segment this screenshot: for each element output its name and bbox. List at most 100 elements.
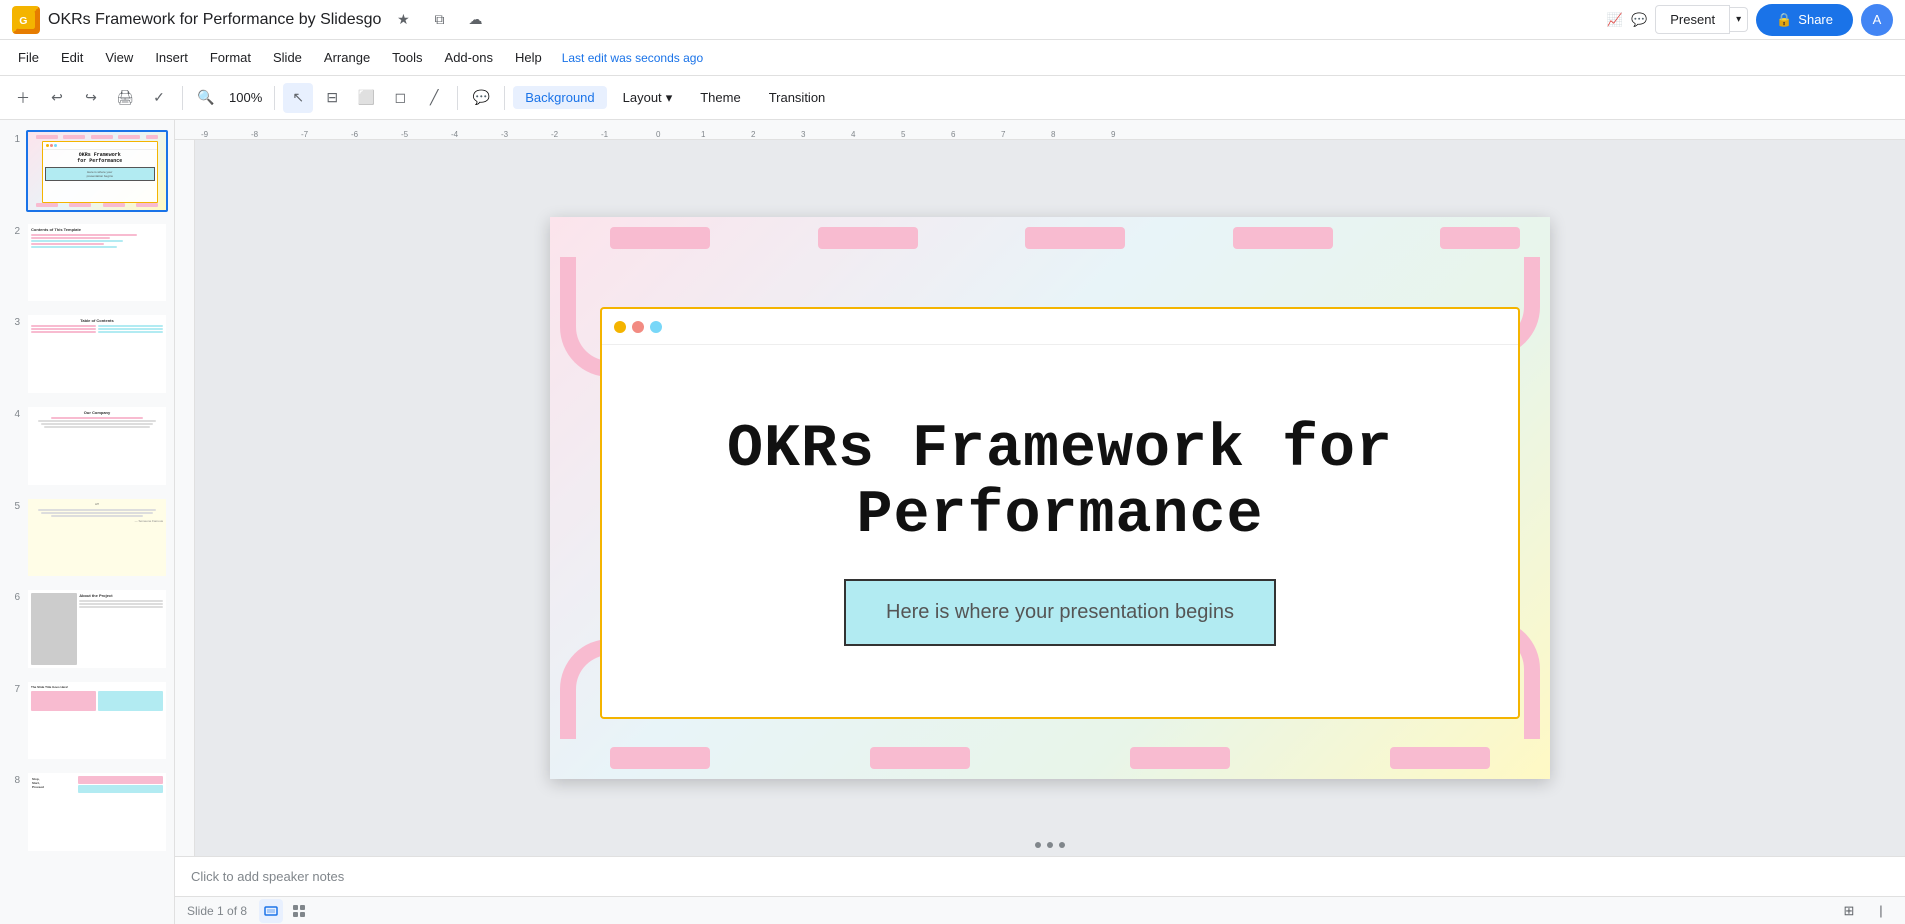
app-logo: G	[12, 6, 40, 34]
slide-thumb-1[interactable]: 1	[4, 128, 170, 214]
transition-button[interactable]: Transition	[757, 86, 838, 109]
shapes-button[interactable]: ◻	[385, 83, 415, 113]
deco-bar-bottom-1	[610, 747, 710, 769]
slide-num-1: 1	[6, 134, 20, 145]
top-decorative-bars	[610, 227, 1520, 249]
browser-dot-red	[632, 321, 644, 333]
menu-view[interactable]: View	[95, 46, 143, 69]
text-box-button[interactable]: ⊟	[317, 83, 347, 113]
slide-num-5: 5	[6, 501, 20, 512]
slide-preview-7[interactable]: The Slide Title Goes Here!	[26, 680, 168, 762]
browser-dot-yellow	[614, 321, 626, 333]
slide-thumb-4[interactable]: 4 Our Company	[4, 403, 170, 489]
lock-icon: 🔒	[1776, 12, 1792, 28]
menu-format[interactable]: Format	[200, 46, 261, 69]
deco-bar-bottom-2	[870, 747, 970, 769]
deco-bar-top-3	[1025, 227, 1125, 249]
menu-edit[interactable]: Edit	[51, 46, 93, 69]
undo-button[interactable]: ↩	[42, 83, 72, 113]
zoom-level: 100%	[225, 90, 266, 105]
slide-preview-1[interactable]: OKRs Frameworkfor Performance Here is wh…	[26, 130, 168, 212]
ruler-vertical	[175, 140, 195, 856]
slide-preview-5[interactable]: “” — Someone Famous	[26, 497, 168, 579]
slide-num-6: 6	[6, 592, 20, 603]
notes-placeholder: Click to add speaker notes	[191, 869, 344, 884]
slide-canvas[interactable]: OKRs Framework for Performance Here is w…	[550, 217, 1550, 779]
menu-arrange[interactable]: Arrange	[314, 46, 380, 69]
slide-thumb-5[interactable]: 5 “” — Someone Famous	[4, 495, 170, 581]
deco-bar-bottom-3	[1130, 747, 1230, 769]
slide-preview-4[interactable]: Our Company	[26, 405, 168, 487]
select-tool-button[interactable]: ↖	[283, 83, 313, 113]
toolbar-divider-3	[457, 86, 458, 110]
slide-thumb-8[interactable]: 8 Stop,Start,Proceed	[4, 769, 170, 855]
page-nav	[1035, 842, 1065, 848]
layout-button[interactable]: Layout ▾	[611, 86, 685, 110]
slide-preview-2[interactable]: Contents of This Template	[26, 222, 168, 304]
slide-preview-8[interactable]: Stop,Start,Proceed	[26, 771, 168, 853]
slide-thumb-3[interactable]: 3 Table of Contents	[4, 311, 170, 397]
new-slide-button[interactable]: ＋	[8, 83, 38, 113]
redo-button[interactable]: ↪	[76, 83, 106, 113]
slide-main-title[interactable]: OKRs Framework for Performance	[622, 417, 1498, 549]
print-button[interactable]: 🖨	[110, 83, 140, 113]
slide-thumb-7[interactable]: 7 The Slide Title Goes Here!	[4, 678, 170, 764]
cursor-icon: |	[1869, 899, 1893, 923]
menu-file[interactable]: File	[8, 46, 49, 69]
toolbar-divider-2	[274, 86, 275, 110]
browser-content: OKRs Framework for Performance Here is w…	[602, 345, 1518, 717]
ruler-horizontal: -9 -8 -7 -6 -5 -4 -3 -2 -1 0 1 2 3 4 5 6…	[175, 120, 1905, 140]
zoom-out-button[interactable]: 🔍	[191, 83, 221, 113]
comments-icon[interactable]: 💬	[1631, 12, 1647, 28]
menu-addons[interactable]: Add-ons	[435, 46, 503, 69]
page-dot-next	[1059, 842, 1065, 848]
image-button[interactable]: ⬜	[351, 83, 381, 113]
menu-help[interactable]: Help	[505, 46, 552, 69]
background-button[interactable]: Background	[513, 86, 606, 109]
slide-count: Slide 1 of 8	[187, 904, 247, 918]
menu-slide[interactable]: Slide	[263, 46, 312, 69]
spellcheck-button[interactable]: ✓	[144, 83, 174, 113]
toolbar-divider-4	[504, 86, 505, 110]
deco-bar-bottom-4	[1390, 747, 1490, 769]
slide-preview-3[interactable]: Table of Contents	[26, 313, 168, 395]
slide-thumb-6[interactable]: 6 About the Project	[4, 586, 170, 672]
slide-subtitle-box[interactable]: Here is where your presentation begins	[844, 579, 1276, 646]
toolbar: ＋ ↩ ↪ 🖨 ✓ 🔍 100% ↖ ⊟ ⬜ ◻ ╱ 💬 Background …	[0, 76, 1905, 120]
view-toggle	[259, 899, 311, 923]
star-icon[interactable]: ★	[389, 6, 417, 34]
slide-num-3: 3	[6, 317, 20, 328]
notes-area[interactable]: Click to add speaker notes	[175, 856, 1905, 896]
history-icon[interactable]: ⧉	[425, 6, 453, 34]
slide-num-2: 2	[6, 226, 20, 237]
present-button[interactable]: Present	[1655, 5, 1730, 34]
menu-tools[interactable]: Tools	[382, 46, 432, 69]
activity-icon[interactable]: 📈	[1607, 12, 1623, 28]
menu-bar: File Edit View Insert Format Slide Arran…	[0, 40, 1905, 76]
filmstrip-view-button[interactable]	[259, 899, 283, 923]
browser-window[interactable]: OKRs Framework for Performance Here is w…	[600, 307, 1520, 719]
cloud-icon[interactable]: ☁	[461, 6, 489, 34]
fit-screen-button[interactable]: ⊞	[1837, 899, 1861, 923]
toolbar-divider-1	[182, 86, 183, 110]
title-bar: G OKRs Framework for Performance by Slid…	[0, 0, 1905, 40]
main-area: 1	[0, 120, 1905, 924]
comment-button[interactable]: 💬	[466, 83, 496, 113]
canvas-area[interactable]: OKRs Framework for Performance Here is w…	[195, 140, 1905, 856]
slide-num-7: 7	[6, 684, 20, 695]
avatar[interactable]: A	[1861, 4, 1893, 36]
slide-subtitle-text: Here is where your presentation begins	[886, 601, 1234, 623]
theme-button[interactable]: Theme	[688, 86, 752, 109]
deco-bar-top-1	[610, 227, 710, 249]
line-button[interactable]: ╱	[419, 83, 449, 113]
deco-bar-top-4	[1233, 227, 1333, 249]
svg-text:G: G	[19, 14, 27, 26]
present-dropdown-button[interactable]: ▾	[1730, 7, 1748, 32]
menu-insert[interactable]: Insert	[145, 46, 198, 69]
slide-preview-6[interactable]: About the Project	[26, 588, 168, 670]
share-button[interactable]: 🔒 Share	[1756, 4, 1853, 36]
deco-bar-top-5	[1440, 227, 1520, 249]
slide-thumb-2[interactable]: 2 Contents of This Template	[4, 220, 170, 306]
last-edit-label[interactable]: Last edit was seconds ago	[562, 51, 703, 65]
grid-view-button[interactable]	[287, 899, 311, 923]
